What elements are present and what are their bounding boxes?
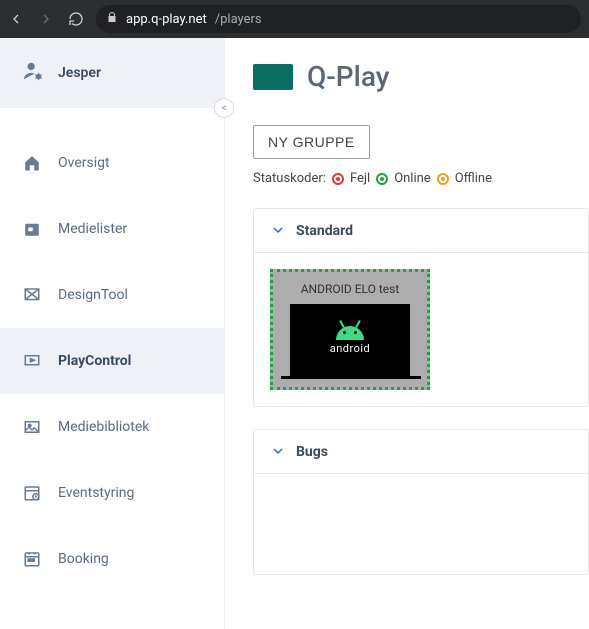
user-block[interactable]: Jesper	[0, 38, 224, 108]
sidebar-item-label: Eventstyring	[58, 485, 134, 501]
player-label: ANDROID ELO test	[281, 282, 419, 296]
status-code-label: Offline	[455, 171, 492, 186]
brand-logo	[253, 64, 293, 90]
sidebar-item-label: DesignTool	[58, 287, 128, 303]
player-screen-icon: android	[290, 304, 410, 376]
design-icon	[22, 286, 42, 304]
url-path: /players	[215, 12, 262, 27]
android-text: android	[330, 342, 371, 355]
forward-icon[interactable]	[38, 11, 54, 27]
brand-name: Q-Play	[307, 60, 389, 93]
android-icon	[336, 326, 364, 340]
status-label: Statuskoder:	[253, 171, 326, 186]
group-body	[254, 474, 588, 574]
gallery-icon	[22, 418, 42, 436]
user-name: Jesper	[58, 65, 101, 81]
browser-chrome: app.q-play.net/players	[0, 0, 589, 38]
browser-nav	[8, 11, 84, 27]
chevron-down-icon	[270, 221, 286, 240]
chevron-down-icon	[270, 442, 286, 461]
group-title: Standard	[296, 223, 353, 239]
sidebar: Jesper < Oversigt Medielister DesignTool…	[0, 38, 225, 629]
sidebar-item-designtool[interactable]: DesignTool	[0, 262, 224, 328]
sidebar-item-label: Medielister	[58, 221, 127, 237]
group-panel-bugs: Bugs	[253, 429, 589, 575]
main-content: Q-Play NY GRUPPE Statuskoder: Fejl Onlin…	[225, 38, 589, 629]
playcontrol-icon	[22, 352, 42, 370]
status-dot-online	[376, 173, 388, 185]
booking-icon	[22, 550, 42, 568]
calendar-box-icon	[22, 220, 42, 238]
brand: Q-Play	[253, 60, 589, 93]
status-code-label: Online	[394, 171, 431, 186]
group-header[interactable]: Standard	[254, 209, 588, 253]
reload-icon[interactable]	[68, 11, 84, 27]
status-legend: Statuskoder: Fejl Online Offline	[253, 171, 589, 186]
sidebar-item-label: Oversigt	[58, 155, 110, 171]
sidebar-item-label: PlayControl	[58, 353, 131, 369]
sidebar-item-label: Mediebibliotek	[58, 419, 149, 435]
user-gear-icon	[22, 60, 44, 86]
status-dot-fejl	[332, 173, 344, 185]
sidebar-item-oversigt[interactable]: Oversigt	[0, 130, 224, 196]
group-title: Bugs	[296, 444, 328, 460]
house-icon	[22, 154, 42, 172]
sidebar-item-medielister[interactable]: Medielister	[0, 196, 224, 262]
sidebar-item-eventstyring[interactable]: Eventstyring	[0, 460, 224, 526]
sidebar-item-playcontrol[interactable]: PlayControl	[0, 328, 224, 394]
tv-stand-icon	[281, 376, 421, 379]
lock-icon	[106, 11, 118, 27]
sidebar-item-label: Booking	[58, 551, 109, 567]
address-bar[interactable]: app.q-play.net/players	[96, 5, 581, 33]
group-body: ANDROID ELO test android	[254, 253, 588, 406]
sidebar-item-mediebibliotek[interactable]: Mediebibliotek	[0, 394, 224, 460]
sidebar-collapse-toggle[interactable]: <	[214, 98, 234, 118]
back-icon[interactable]	[8, 11, 24, 27]
event-icon	[22, 484, 42, 502]
sidebar-item-booking[interactable]: Booking	[0, 526, 224, 592]
new-group-button[interactable]: NY GRUPPE	[253, 125, 370, 159]
group-panel-standard: Standard ANDROID ELO test android	[253, 208, 589, 407]
sidebar-nav: Oversigt Medielister DesignTool PlayCont…	[0, 108, 224, 592]
url-host: app.q-play.net	[126, 12, 207, 27]
status-code-label: Fejl	[350, 171, 370, 186]
group-header[interactable]: Bugs	[254, 430, 588, 474]
status-dot-offline	[437, 173, 449, 185]
player-card[interactable]: ANDROID ELO test android	[270, 269, 430, 390]
